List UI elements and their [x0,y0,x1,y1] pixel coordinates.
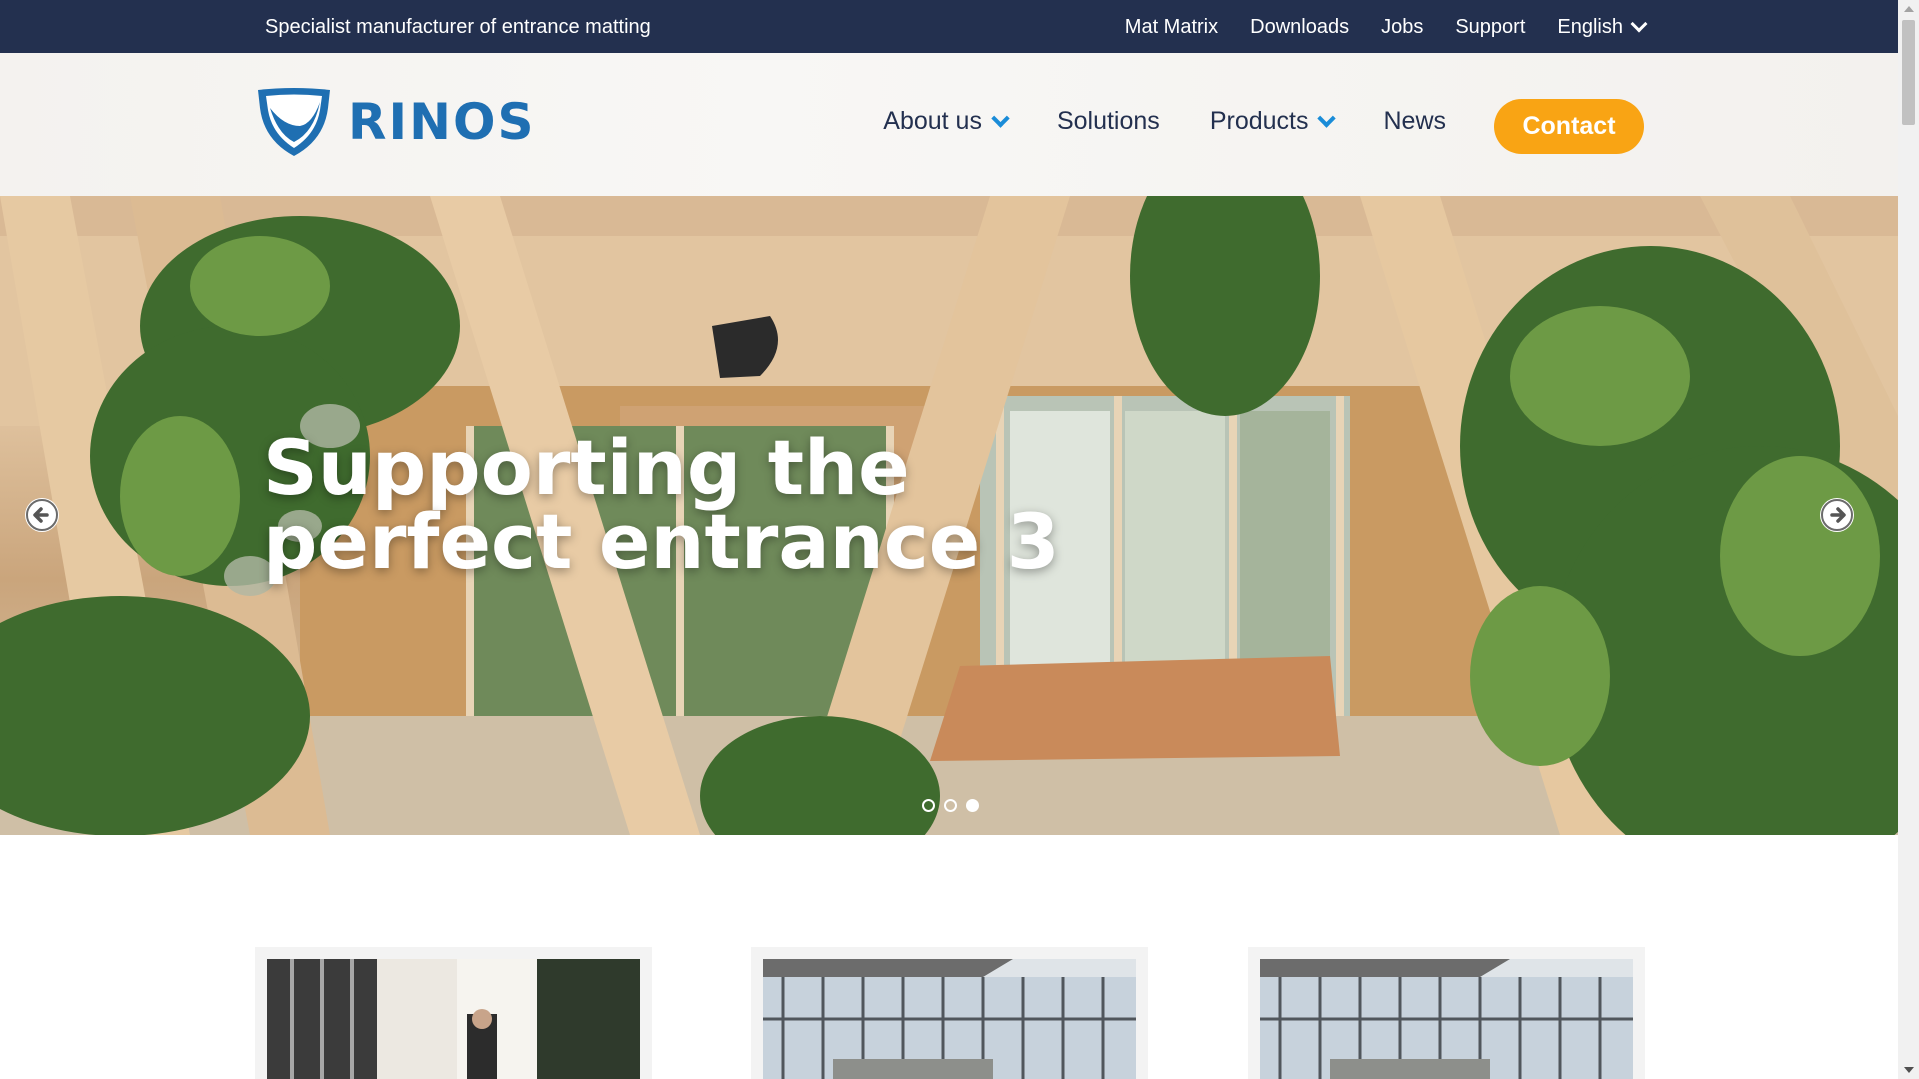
chevron-down-icon [1317,109,1337,128]
slider-dot-2[interactable] [944,799,957,812]
card-image [1260,959,1633,1079]
main-nav: About us Solutions Products News [883,107,1446,136]
card-image [763,959,1136,1079]
top-link-downloads[interactable]: Downloads [1250,15,1349,39]
site-header: RINOS About us Solutions Products News C… [0,53,1898,196]
scroll-up-icon[interactable] [1904,6,1914,12]
top-link-mat-matrix[interactable]: Mat Matrix [1125,15,1218,39]
top-links: Mat Matrix Downloads Jobs Support Englis… [1125,15,1648,39]
slider-dot-3[interactable] [966,799,979,812]
logo-wordmark: RINOS [348,93,536,151]
top-link-jobs[interactable]: Jobs [1381,15,1423,39]
tagline: Specialist manufacturer of entrance matt… [265,16,651,38]
logo[interactable]: RINOS [254,86,535,158]
nav-news[interactable]: News [1383,107,1446,136]
arrow-left-circle-icon [26,499,58,531]
hero-title: Supporting the perfect entrance 3 [263,423,1060,586]
chevron-down-icon [1630,15,1648,33]
nav-solutions-label: Solutions [1056,107,1160,135]
arrow-right-circle-icon [1821,499,1853,531]
feature-card-1[interactable] [255,947,652,1079]
chevron-down-icon [991,109,1010,128]
language-label: English [1557,16,1623,38]
page-scrollbar[interactable] [1898,0,1919,1079]
nav-solutions[interactable]: Solutions [1057,107,1160,136]
nav-news-label: News [1383,107,1446,135]
top-bar: Specialist manufacturer of entrance matt… [0,0,1898,53]
nav-about-us[interactable]: About us [883,107,1010,136]
top-link-support[interactable]: Support [1455,15,1525,39]
slider-prev-button[interactable] [25,498,59,532]
scroll-down-icon[interactable] [1904,1067,1914,1073]
shield-logo-icon [258,88,330,156]
contact-button[interactable]: Contact [1494,99,1644,154]
card-image [267,959,640,1079]
slider-dot-1[interactable] [922,799,935,812]
nav-about-us-label: About us [883,107,982,135]
slider-dots [922,799,979,812]
language-selector[interactable]: English [1557,15,1648,39]
hero-slider: Supporting the perfect entrance 3 [0,196,1898,835]
nav-products[interactable]: Products [1209,107,1337,136]
slider-next-button[interactable] [1820,498,1854,532]
nav-products-label: Products [1209,107,1309,135]
feature-card-3[interactable] [1248,947,1645,1079]
scrollbar-thumb[interactable] [1902,20,1915,125]
feature-card-2[interactable] [751,947,1148,1079]
